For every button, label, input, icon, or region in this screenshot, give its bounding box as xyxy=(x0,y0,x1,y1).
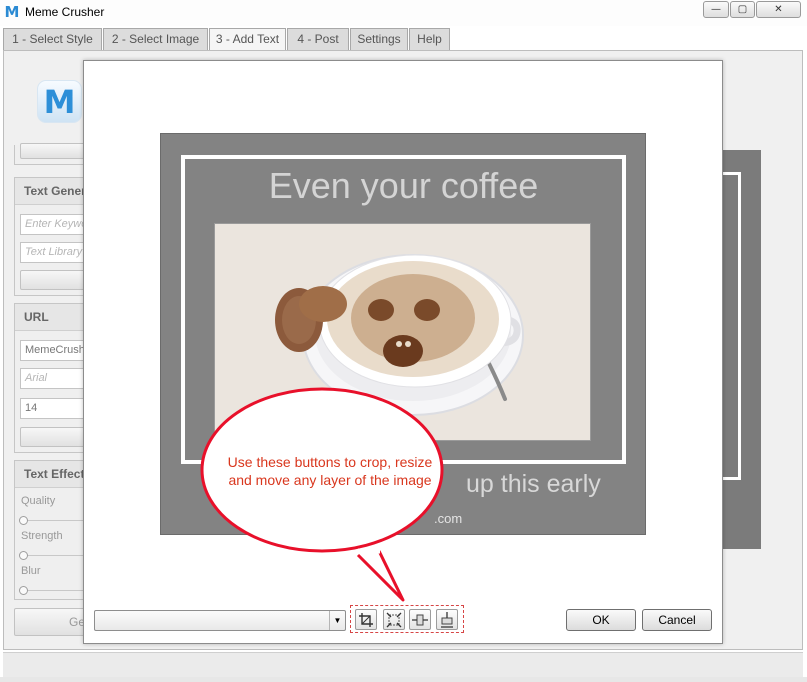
resize-icon xyxy=(386,612,402,628)
text-library-input[interactable]: Text Library xyxy=(20,242,86,263)
maximize-icon: ▢ xyxy=(737,4,748,15)
font-size-input[interactable]: 14 xyxy=(20,398,86,419)
logo: M xyxy=(37,80,82,123)
move-horizontal-icon xyxy=(412,614,428,626)
tab-settings[interactable]: Settings xyxy=(350,28,408,50)
minimize-icon: — xyxy=(711,4,721,15)
cancel-button[interactable]: Cancel xyxy=(642,609,712,631)
status-bar xyxy=(3,652,803,677)
meme-top-text[interactable]: Even your coffee xyxy=(185,165,622,207)
close-icon: ✕ xyxy=(774,4,783,15)
tab-add-text[interactable]: 3 - Add Text xyxy=(209,28,286,51)
ok-button[interactable]: OK xyxy=(566,609,636,631)
layer-tool-group xyxy=(350,605,464,633)
crop-icon xyxy=(359,613,373,627)
callout-bubble xyxy=(200,387,444,602)
font-input[interactable]: Arial xyxy=(20,368,86,389)
close-button[interactable]: ✕ xyxy=(756,1,801,18)
move-vertical-button[interactable] xyxy=(436,609,458,630)
maximize-button[interactable]: ▢ xyxy=(730,1,755,18)
tab-help[interactable]: Help xyxy=(409,28,450,50)
text-generator-header: Text Generator xyxy=(15,178,85,205)
blur-label: Blur xyxy=(21,565,41,577)
tab-select-image[interactable]: 2 - Select Image xyxy=(103,28,208,50)
text-generator-button[interactable] xyxy=(20,270,86,290)
text-effects-header: Text Effects xyxy=(15,461,85,488)
chevron-down-icon[interactable]: ▼ xyxy=(329,611,345,630)
url-panel: URL MemeCrusher.com Arial 14 xyxy=(14,303,86,453)
keyword-input[interactable]: Enter Keywords xyxy=(20,214,86,235)
move-vertical-icon xyxy=(441,612,453,628)
quality-slider[interactable] xyxy=(21,520,85,521)
window-bottom-edge xyxy=(0,677,807,682)
window-title: Meme Crusher xyxy=(25,5,105,19)
strength-label: Strength xyxy=(21,530,63,542)
blur-slider-thumb[interactable] xyxy=(19,586,28,595)
text-effects-panel: Text Effects Quality Strength Blur xyxy=(14,460,86,600)
text-generator-panel: Text Generator Enter Keywords Text Libra… xyxy=(14,177,86,296)
layer-select[interactable]: ▼ xyxy=(94,610,346,631)
tab-select-style[interactable]: 1 - Select Style xyxy=(3,28,102,50)
generate-button[interactable]: Generate xyxy=(14,608,86,636)
minimize-button[interactable]: — xyxy=(703,1,729,18)
strength-slider[interactable] xyxy=(21,555,85,556)
move-horizontal-button[interactable] xyxy=(409,609,431,630)
crop-button[interactable] xyxy=(355,609,377,630)
tab-post[interactable]: 4 - Post xyxy=(287,28,349,50)
blur-slider[interactable] xyxy=(21,590,85,591)
app-icon: M xyxy=(4,3,20,21)
quality-slider-thumb[interactable] xyxy=(19,516,28,525)
url-color-button[interactable] xyxy=(20,427,86,447)
url-header: URL xyxy=(15,304,85,331)
url-input[interactable]: MemeCrusher.com xyxy=(20,340,86,361)
callout-text: Use these buttons to crop, resize and mo… xyxy=(227,454,433,488)
style-panel-bottom xyxy=(14,143,86,165)
app-window: M Meme Crusher — ▢ ✕ 1 - Select Style 2 … xyxy=(0,0,807,682)
quality-label: Quality xyxy=(21,495,56,507)
resize-button[interactable] xyxy=(383,609,405,630)
title-bar: M Meme Crusher — ▢ ✕ xyxy=(0,0,807,26)
strength-slider-thumb[interactable] xyxy=(19,551,28,560)
style-panel-button[interactable] xyxy=(20,143,86,159)
